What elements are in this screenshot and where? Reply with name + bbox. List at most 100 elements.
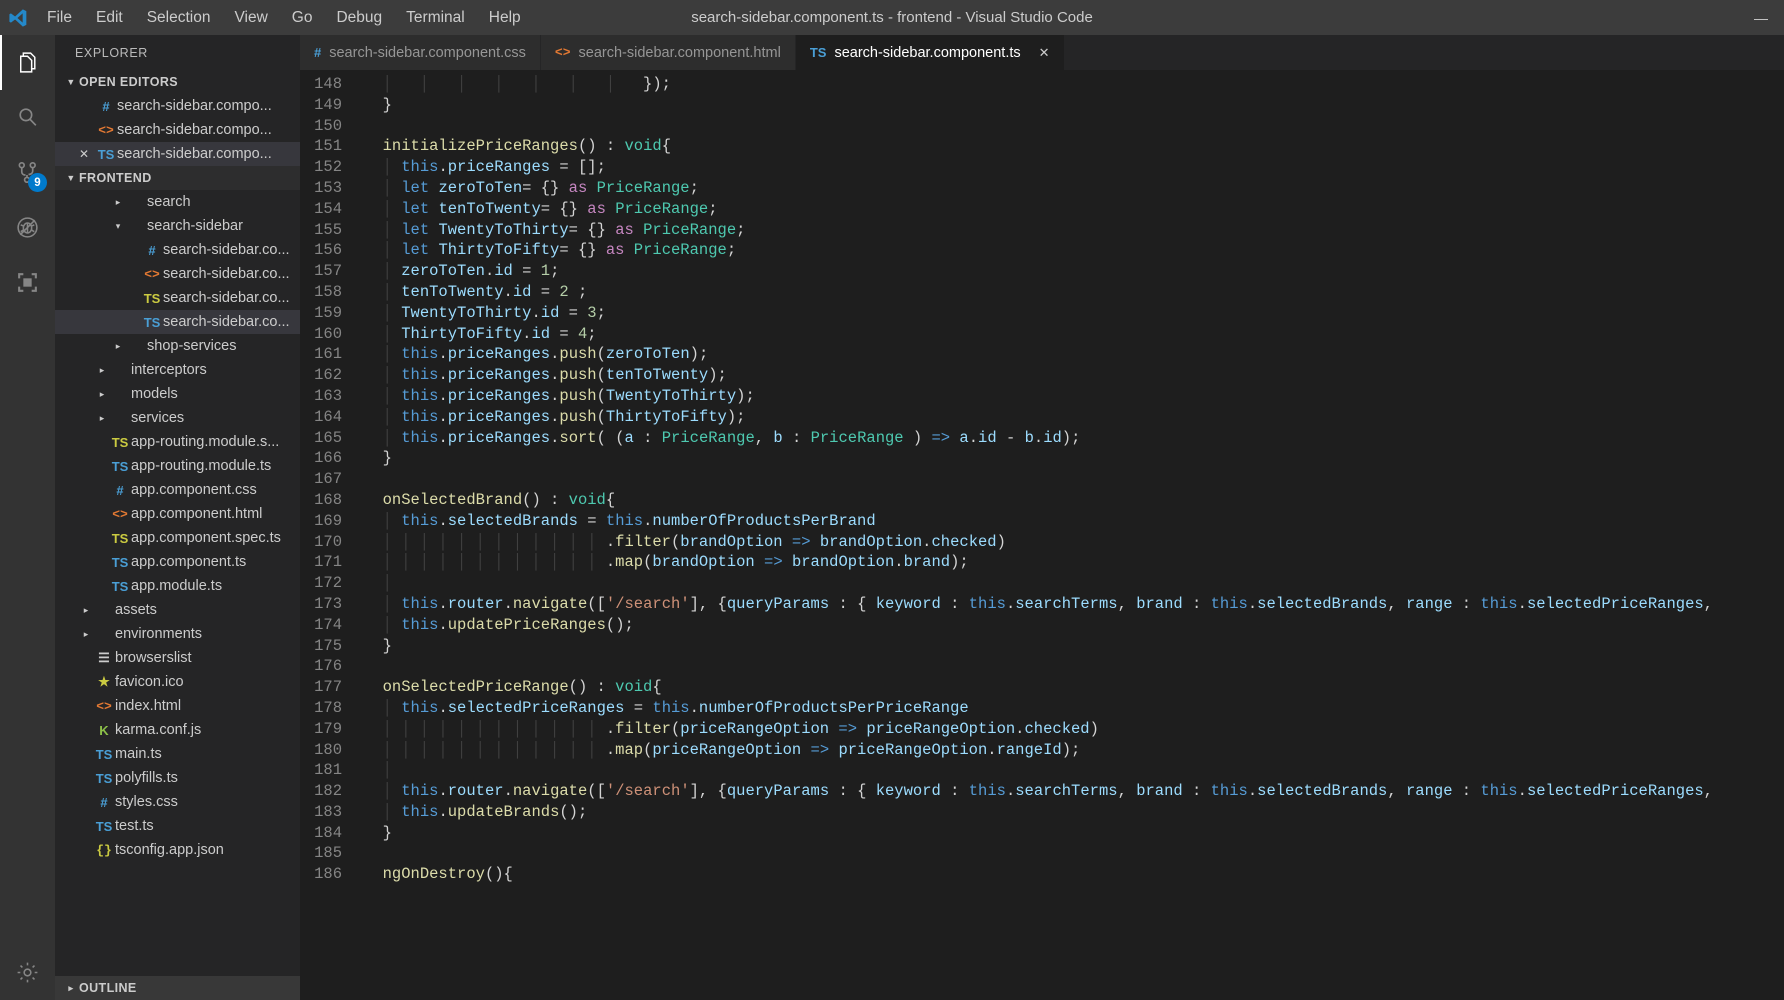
code-token: ( — [596, 407, 606, 426]
code-line[interactable]: │ this.router.navigate(['/search'], {que… — [364, 594, 1784, 615]
code-line[interactable]: │ this.priceRanges.push(tenToTwenty); — [364, 365, 1784, 386]
tree-item[interactable]: {} tsconfig.app.json — [55, 838, 300, 862]
code-line[interactable]: │ │ │ │ │ │ │ │ │ │ │ │ .filter(priceRan… — [364, 719, 1784, 740]
close-icon[interactable]: ✕ — [1039, 45, 1050, 61]
tree-item[interactable]: ▾ search-sidebar — [55, 214, 300, 238]
gear-icon[interactable] — [0, 945, 55, 1000]
code-line[interactable]: } — [364, 636, 1784, 657]
minimize-button[interactable]: — — [1738, 0, 1784, 35]
close-icon[interactable]: ✕ — [73, 147, 95, 161]
tree-item[interactable]: ▸ interceptors — [55, 358, 300, 382]
code-line[interactable]: │ this.router.navigate(['/search'], {que… — [364, 781, 1784, 802]
code-line[interactable]: │ — [364, 573, 1784, 594]
menu-go[interactable]: Go — [280, 5, 325, 31]
tree-item[interactable]: ▸ models — [55, 382, 300, 406]
tree-item[interactable]: ▸ services — [55, 406, 300, 430]
tree-item[interactable]: # app.component.css — [55, 478, 300, 502]
tree-item[interactable]: ☰ browserslist — [55, 646, 300, 670]
code-line[interactable]: │ │ │ │ │ │ │ │ │ │ │ │ .map(priceRangeO… — [364, 740, 1784, 761]
code-line[interactable]: │ ThirtyToFifty.id = 4; — [364, 324, 1784, 345]
menu-help[interactable]: Help — [477, 5, 533, 31]
source-control-icon[interactable]: 9 — [0, 145, 55, 200]
tree-item[interactable]: <> app.component.html — [55, 502, 300, 526]
code-line[interactable] — [364, 656, 1784, 677]
code-line[interactable]: │ tenToTwenty.id = 2 ; — [364, 282, 1784, 303]
tab-search-sidebar-component-css[interactable]: # search-sidebar.component.css — [300, 35, 541, 70]
code-line[interactable] — [364, 843, 1784, 864]
menu-terminal[interactable]: Terminal — [394, 5, 477, 31]
tree-item[interactable]: TS app-routing.module.ts — [55, 454, 300, 478]
code-line[interactable]: } — [364, 823, 1784, 844]
tree-item[interactable]: Kkarma.conf.js — [55, 718, 300, 742]
code-line[interactable]: onSelectedPriceRange() : void{ — [364, 677, 1784, 698]
debug-icon[interactable] — [0, 200, 55, 255]
tree-item[interactable]: # search-sidebar.co... — [55, 238, 300, 262]
code-line[interactable]: │ this.priceRanges.push(ThirtyToFifty); — [364, 407, 1784, 428]
code-token: . — [438, 386, 448, 405]
extensions-icon[interactable] — [0, 255, 55, 310]
code-line[interactable] — [364, 469, 1784, 490]
tree-item[interactable]: TS polyfills.ts — [55, 766, 300, 790]
code-line[interactable]: onSelectedBrand() : void{ — [364, 490, 1784, 511]
open-editor-item-ts[interactable]: ✕ TS search-sidebar.compo... — [55, 142, 300, 166]
code-line[interactable]: │ this.updatePriceRanges(); — [364, 615, 1784, 636]
code-line[interactable]: │ zeroToTen.id = 1; — [364, 261, 1784, 282]
code-line[interactable] — [364, 116, 1784, 137]
code-line[interactable]: │ │ │ │ │ │ │ │ │ │ │ │ .map(brandOption… — [364, 552, 1784, 573]
code-line[interactable]: initializePriceRanges() : void{ — [364, 136, 1784, 157]
tree-item[interactable]: TS app.component.spec.ts — [55, 526, 300, 550]
tree-item[interactable]: <> search-sidebar.co... — [55, 262, 300, 286]
code-line[interactable]: │ let tenToTwenty= {} as PriceRange; — [364, 199, 1784, 220]
tab-search-sidebar-component-html[interactable]: <> search-sidebar.component.html — [540, 35, 796, 70]
section-open-editors[interactable]: ▼ OPEN EDITORS — [55, 70, 300, 94]
code-line[interactable]: │ let ThirtyToFifty= {} as PriceRange; — [364, 240, 1784, 261]
code-line[interactable]: │ this.priceRanges = []; — [364, 157, 1784, 178]
section-frontend[interactable]: ▼ FRONTEND — [55, 166, 300, 190]
code-line[interactable]: │ TwentyToThirty.id = 3; — [364, 303, 1784, 324]
code-line[interactable]: │ this.selectedPriceRanges = this.number… — [364, 698, 1784, 719]
code-line[interactable]: │ │ │ │ │ │ │ }); — [364, 74, 1784, 95]
code-line[interactable]: ngOnDestroy(){ — [364, 864, 1784, 885]
menu-file[interactable]: File — [35, 5, 84, 31]
code-line[interactable]: │ — [364, 760, 1784, 781]
section-outline[interactable]: ▸ OUTLINE — [55, 976, 300, 1000]
menu-view[interactable]: View — [222, 5, 279, 31]
tree-item[interactable]: ▸ shop-services — [55, 334, 300, 358]
menu-debug[interactable]: Debug — [324, 5, 394, 31]
tree-item[interactable]: TS main.ts — [55, 742, 300, 766]
code-line[interactable]: │ this.priceRanges.push(zeroToTen); — [364, 344, 1784, 365]
tree-item[interactable]: TS app.module.ts — [55, 574, 300, 598]
code-line[interactable]: │ let TwentyToThirty= {} as PriceRange; — [364, 220, 1784, 241]
menu-edit[interactable]: Edit — [84, 5, 135, 31]
tree-item[interactable]: <> index.html — [55, 694, 300, 718]
code-line[interactable]: │ this.selectedBrands = this.numberOfPro… — [364, 511, 1784, 532]
tree-item[interactable]: ▸ search — [55, 190, 300, 214]
tree-item[interactable]: ▸ environments — [55, 622, 300, 646]
code-editor[interactable]: 148 149 150 151 152 153 154 155 156 157 158 159 160 1… — [300, 70, 1784, 1000]
tree-item[interactable]: TS app-routing.module.s... — [55, 430, 300, 454]
code-line[interactable]: } — [364, 95, 1784, 116]
tab-search-sidebar-component-ts[interactable]: TS search-sidebar.component.ts ✕ — [795, 35, 1065, 70]
code-token: this — [968, 782, 1006, 801]
vertical-scrollbar[interactable] — [1770, 70, 1784, 1000]
search-icon[interactable] — [0, 90, 55, 145]
menu-selection[interactable]: Selection — [135, 5, 223, 31]
code-line[interactable]: │ this.priceRanges.push(TwentyToThirty); — [364, 386, 1784, 407]
tree-item[interactable]: TS search-sidebar.co... — [55, 310, 300, 334]
open-editor-item-css[interactable]: # search-sidebar.compo... — [55, 94, 300, 118]
code-line[interactable]: │ let zeroToTen= {} as PriceRange; — [364, 178, 1784, 199]
tree-item[interactable]: # styles.css — [55, 790, 300, 814]
tree-item[interactable]: TS test.ts — [55, 814, 300, 838]
tree-item[interactable]: ▸ assets — [55, 598, 300, 622]
code-line[interactable]: │ this.updateBrands(); — [364, 802, 1784, 823]
explorer-icon[interactable] — [0, 35, 55, 90]
code-line[interactable]: │ │ │ │ │ │ │ │ │ │ │ │ .filter(brandOpt… — [364, 532, 1784, 553]
code-content[interactable]: │ │ │ │ │ │ │ }); } initializePriceRange… — [364, 74, 1784, 885]
open-editor-item-html[interactable]: <> search-sidebar.compo... — [55, 118, 300, 142]
tree-item[interactable]: TS search-sidebar.co... — [55, 286, 300, 310]
code-line[interactable]: } — [364, 448, 1784, 469]
tree-item[interactable]: TS app.component.ts — [55, 550, 300, 574]
code-token: . — [550, 428, 560, 447]
tree-item[interactable]: ★ favicon.ico — [55, 670, 300, 694]
code-line[interactable]: │ this.priceRanges.sort( (a : PriceRange… — [364, 428, 1784, 449]
